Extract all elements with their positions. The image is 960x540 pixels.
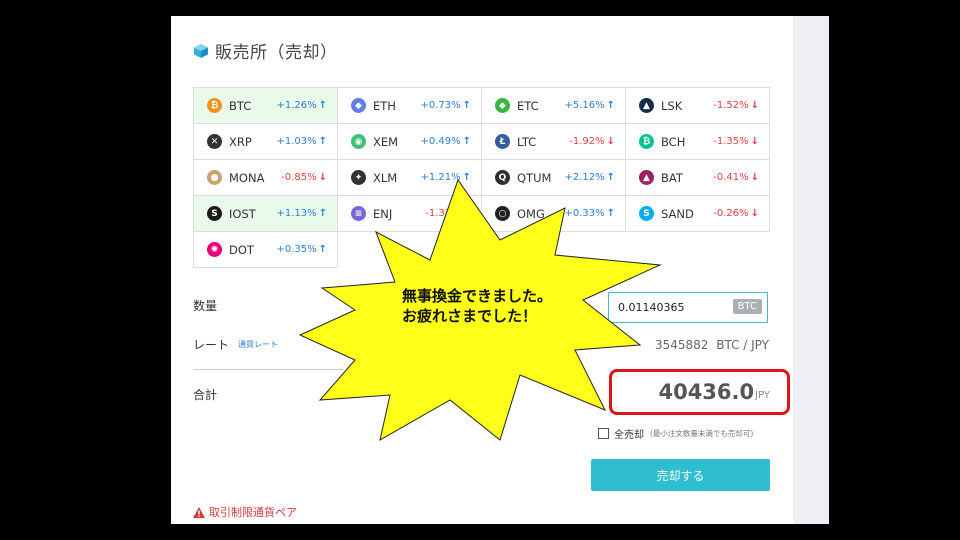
completion-message: 無事換金できました。お疲れさまでした！: [402, 287, 553, 325]
starburst-callout: [298, 178, 662, 441]
